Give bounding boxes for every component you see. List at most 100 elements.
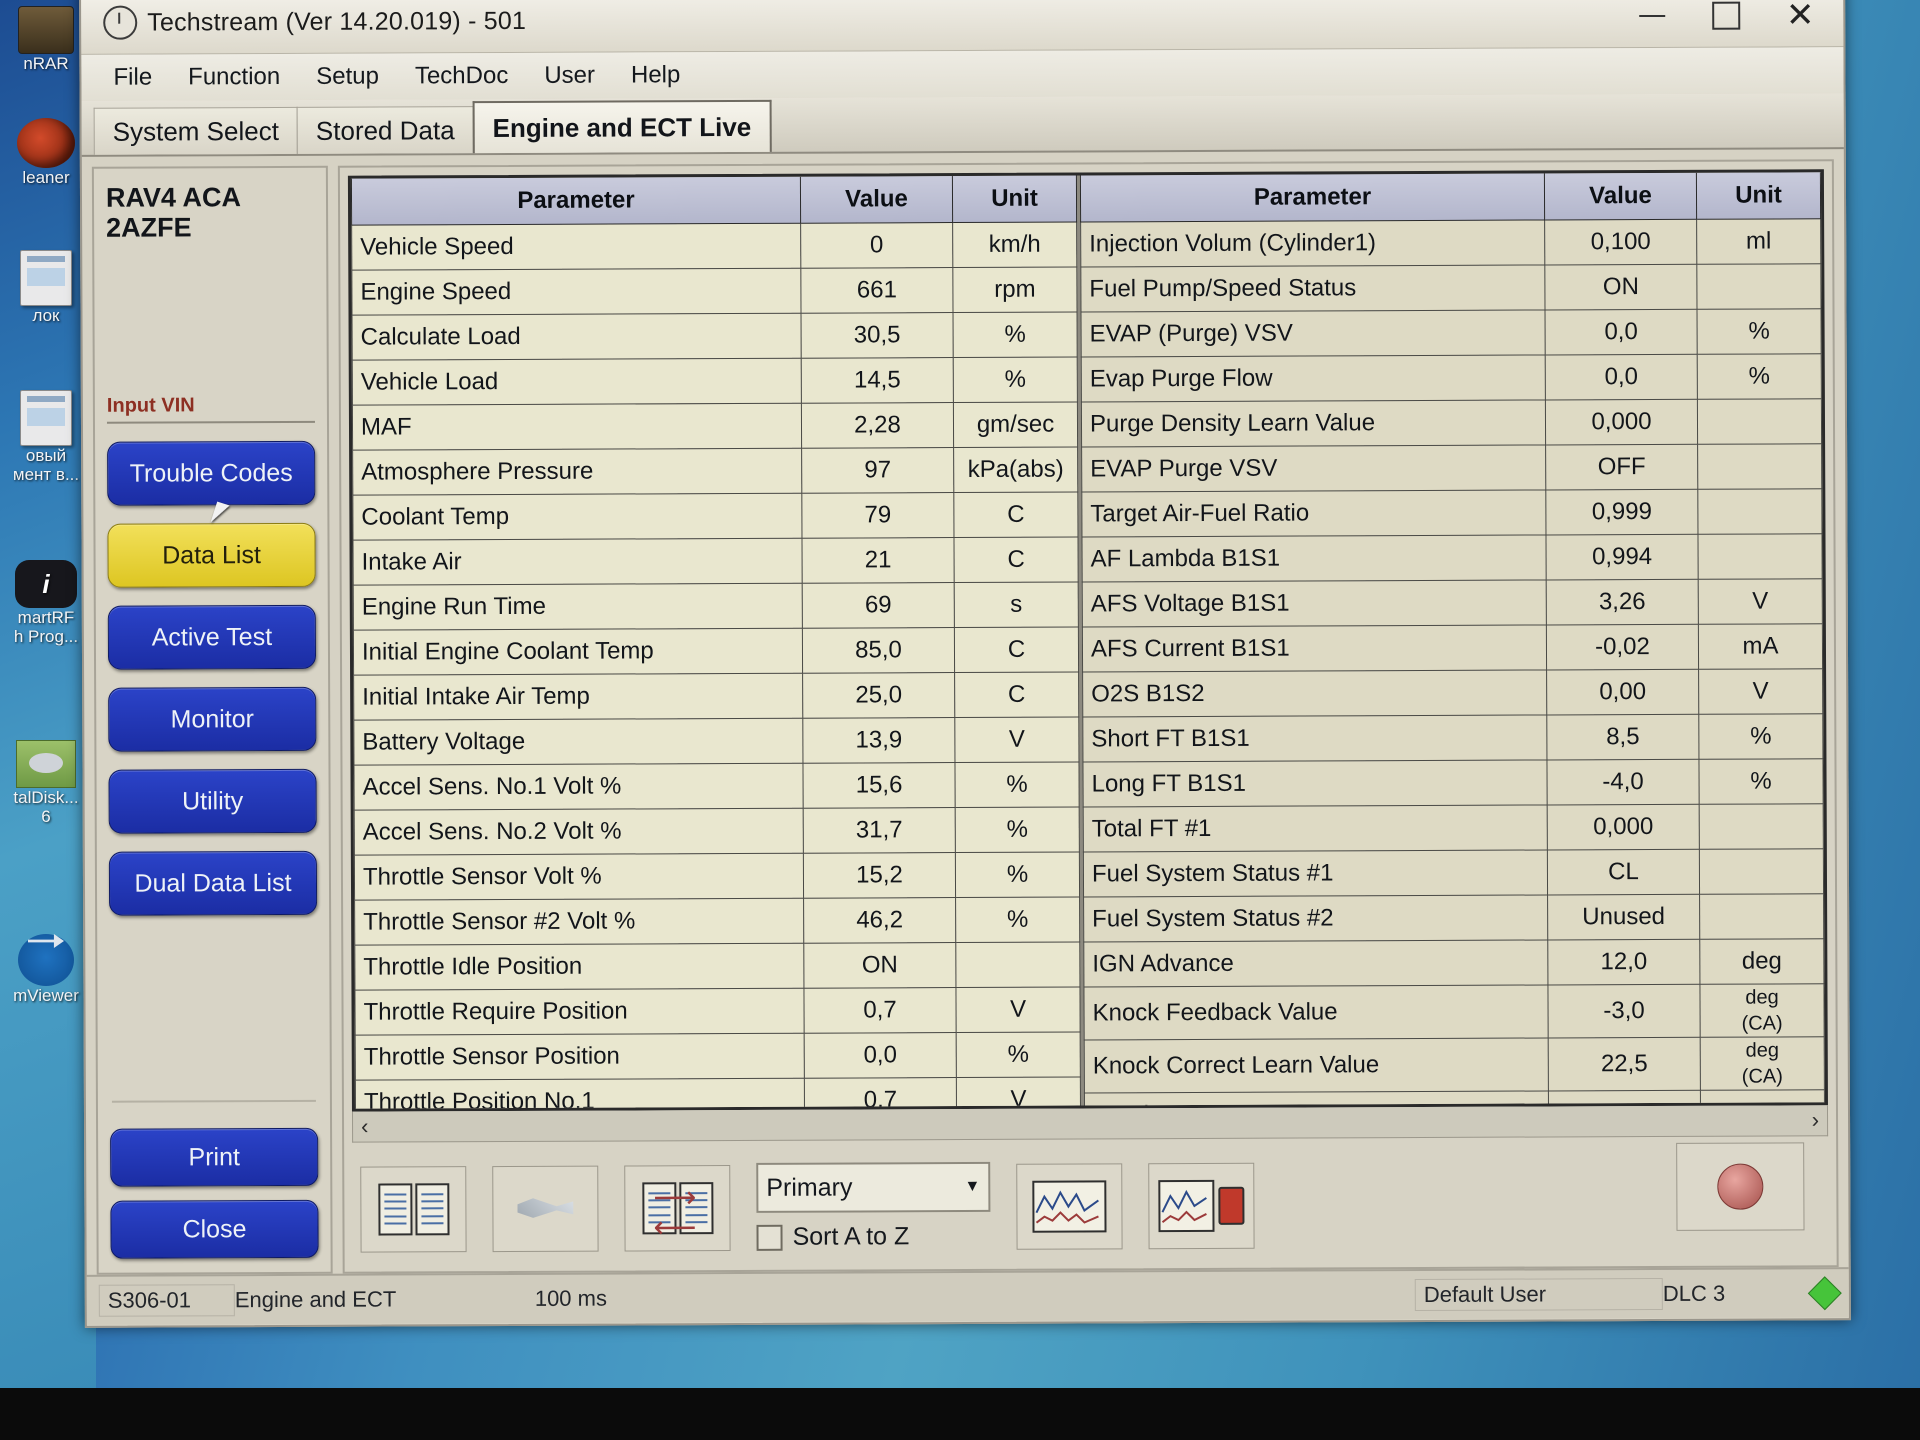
desktop-icon-new-document[interactable]: овый мент в...	[0, 390, 92, 484]
cell-unit: %	[1697, 353, 1822, 400]
menu-bar: File Function Setup TechDoc User Help	[81, 47, 1844, 101]
swap-lists-button[interactable]: ⟶ ⟵	[624, 1164, 731, 1251]
table-row[interactable]: MAF 2,28 gm/sec	[352, 402, 1078, 451]
cell-parameter: Short FT B1S1	[1082, 714, 1547, 762]
close-window-button[interactable]: ✕	[1763, 0, 1837, 42]
minimize-button[interactable]	[1615, 0, 1689, 42]
input-vin-link[interactable]: Input VIN	[107, 394, 315, 418]
monitor-button[interactable]: Monitor	[108, 686, 317, 752]
cell-value: 0	[800, 222, 953, 269]
table-row[interactable]: Short FT B1S1 8,5%	[1082, 713, 1823, 762]
trouble-codes-button[interactable]: Trouble Codes	[107, 440, 316, 506]
table-row[interactable]: Evap Purge Flow 0,0%	[1081, 353, 1822, 402]
table-row[interactable]: EVAP (Purge) VSV 0,0%	[1081, 308, 1822, 357]
cell-value: 0,100	[1544, 219, 1697, 265]
table-row[interactable]: Injection Volum (Cylinder1) 0,100 ml	[1080, 218, 1821, 267]
cell-parameter: Throttle Position No.1	[355, 1078, 805, 1112]
cell-value: 13,9	[802, 717, 955, 764]
scroll-left-arrow-icon[interactable]: ‹	[361, 1114, 368, 1140]
column-header-parameter[interactable]: Parameter	[351, 176, 801, 226]
close-button[interactable]: Close	[110, 1199, 319, 1259]
table-row[interactable]: Fuel Pump/Speed Status ON	[1080, 263, 1821, 312]
table-row[interactable]: Initial Intake Air Temp 25,0 C	[353, 672, 1079, 721]
desktop-icon-notepad[interactable]: лок	[0, 250, 92, 325]
data-list-button[interactable]: Data List	[107, 522, 316, 588]
cell-value: 69	[802, 582, 955, 629]
active-test-button[interactable]: Active Test	[107, 604, 317, 670]
table-row[interactable]: Intake Air 21 C	[352, 537, 1079, 586]
table-row[interactable]: Engine Speed 661 rpm	[351, 267, 1078, 316]
cell-parameter: Initial Intake Air Temp	[353, 673, 803, 721]
menu-file[interactable]: File	[99, 60, 166, 94]
table-row[interactable]: Fuel System Status #1 CL	[1083, 848, 1824, 897]
cell-parameter: Knock Feedback Value	[1083, 984, 1549, 1040]
column-header-value[interactable]: Value	[800, 176, 953, 224]
table-row[interactable]: AFS Voltage B1S1 3,26 V	[1082, 578, 1823, 627]
wrench-button[interactable]	[492, 1165, 599, 1252]
dual-data-list-button[interactable]: Dual Data List	[108, 850, 318, 916]
table-row[interactable]: Coolant Temp 79 C	[352, 492, 1078, 541]
print-button[interactable]: Print	[110, 1127, 319, 1187]
table-row[interactable]: Knock Correct Learn Value 22,5 deg (CA)	[1084, 1036, 1825, 1093]
table-row[interactable]: Purge Density Learn Value 0,000	[1081, 398, 1822, 447]
tab-engine-and-ect-live[interactable]: Engine and ECT Live	[472, 99, 772, 154]
table-row[interactable]: Knock Feedback Value -3,0 deg (CA)	[1083, 983, 1825, 1040]
table-row[interactable]: Throttle Sensor Volt % 15,2%	[354, 852, 1080, 901]
table-row[interactable]: AF Lambda B1S1 0,994	[1081, 533, 1823, 582]
menu-help[interactable]: Help	[617, 58, 695, 92]
desktop-icon-crystaldiskinfo[interactable]: talDisk... 6	[0, 740, 92, 826]
record-button[interactable]	[1676, 1142, 1805, 1231]
table-row[interactable]: Throttle Idle Position ON	[354, 942, 1080, 991]
cell-value: 21	[801, 537, 955, 584]
menu-techdoc[interactable]: TechDoc	[401, 59, 523, 94]
table-row[interactable]: Battery Voltage 13,9 V	[353, 717, 1079, 766]
scroll-right-arrow-icon[interactable]: ›	[1812, 1107, 1819, 1133]
compare-lists-button[interactable]	[360, 1165, 467, 1253]
cell-unit	[1699, 803, 1824, 850]
column-header-unit[interactable]: Unit	[952, 175, 1077, 223]
primary-select[interactable]: Primary ▼	[756, 1161, 991, 1213]
cell-unit: %	[954, 762, 1080, 808]
table-row[interactable]: Accel Sens. No.2 Volt % 31,7%	[354, 807, 1080, 856]
table-row[interactable]: O2S B1S2 0,00 V	[1082, 668, 1823, 717]
graph-button[interactable]	[1016, 1162, 1123, 1250]
menu-user[interactable]: User	[530, 59, 609, 93]
desktop-icon-winrar[interactable]: nRAR	[0, 6, 92, 73]
sort-a-to-z-row[interactable]: Sort A to Z	[756, 1222, 990, 1252]
table-row[interactable]: Vehicle Load 14,5%	[352, 357, 1078, 406]
table-row[interactable]: Engine Run Time 69 s	[353, 582, 1079, 631]
table-row[interactable]: Throttle Sensor #2 Volt % 46,2%	[354, 897, 1080, 946]
app-logo-icon	[103, 5, 138, 40]
desktop-icon-ccleaner[interactable]: leaner	[0, 118, 92, 187]
table-row[interactable]: Accel Sens. No.1 Volt % 15,6%	[353, 762, 1080, 811]
maximize-button[interactable]	[1689, 0, 1763, 42]
fuel-graph-button[interactable]	[1148, 1162, 1255, 1249]
column-header-parameter[interactable]: Parameter	[1080, 173, 1545, 222]
table-row[interactable]: EVAP Purge VSV OFF	[1081, 443, 1822, 492]
table-row[interactable]: Throttle Require Position 0,7 V	[354, 987, 1081, 1036]
table-row[interactable]: IGN Advance 12,0 deg	[1083, 938, 1824, 987]
table-row[interactable]: Target Air-Fuel Ratio 0,999	[1081, 488, 1822, 537]
table-row[interactable]: Throttle Sensor Position 0,0%	[355, 1032, 1081, 1081]
tab-system-select[interactable]: System Select	[93, 106, 298, 155]
desktop-icon-teamviewer[interactable]: mViewer	[0, 915, 92, 1005]
tab-stored-data[interactable]: Stored Data	[296, 106, 474, 154]
table-row[interactable]: Calculate Load 30,5%	[352, 312, 1078, 361]
cell-unit: %	[956, 1032, 1081, 1078]
table-row[interactable]: Total FT #1 0,000	[1083, 803, 1824, 852]
menu-function[interactable]: Function	[174, 60, 294, 95]
table-row[interactable]: Vehicle Speed 0 km/h	[351, 222, 1077, 271]
column-header-value[interactable]: Value	[1544, 172, 1697, 220]
table-row[interactable]: Long FT B1S1 -4,0%	[1082, 758, 1824, 807]
table-row[interactable]: Throttle Position No.1 0,7 V	[355, 1077, 1081, 1112]
column-header-unit[interactable]: Unit	[1696, 172, 1821, 220]
swap-arrow-left-icon: ⟵	[653, 1210, 697, 1244]
table-row[interactable]: Atmosphere Pressure 97 kPa(abs)	[352, 447, 1078, 496]
table-row[interactable]: Fuel System Status #2 Unused	[1083, 893, 1824, 942]
desktop-icon-smartrf[interactable]: i martRF h Prog...	[0, 560, 92, 646]
table-row[interactable]: AFS Current B1S1 -0,02 mA	[1082, 623, 1823, 672]
utility-button[interactable]: Utility	[108, 768, 317, 834]
menu-setup[interactable]: Setup	[302, 59, 393, 93]
sort-a-to-z-checkbox[interactable]	[756, 1224, 783, 1251]
table-row[interactable]: Initial Engine Coolant Temp 85,0 C	[353, 627, 1079, 676]
